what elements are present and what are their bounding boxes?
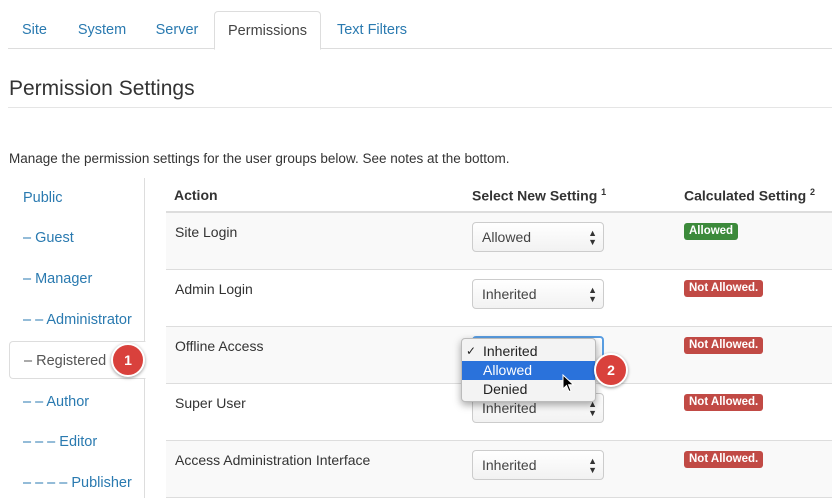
- group-label: – – – – Publisher: [23, 475, 132, 491]
- action-label: Access Administration Interface: [175, 452, 371, 468]
- callout-badge-2: 2: [594, 353, 628, 387]
- action-label: Offline Access: [175, 338, 264, 354]
- description-text: Manage the permission settings for the u…: [9, 151, 510, 166]
- calculated-status-badge: Allowed: [684, 223, 739, 240]
- group-public[interactable]: Public: [9, 179, 146, 217]
- calculated-status-badge: Not Allowed.: [684, 280, 764, 297]
- tab-site[interactable]: Site: [8, 11, 61, 49]
- table-header: Action Select New Setting 1 Calculated S…: [166, 178, 832, 213]
- mouse-pointer-icon: [562, 374, 575, 393]
- page-title: Permission Settings: [9, 77, 195, 100]
- setting-select[interactable]: Inherited ▲ ▼: [472, 279, 604, 309]
- group-label: – – Author: [23, 394, 90, 410]
- group-manager[interactable]: – Manager: [9, 260, 146, 298]
- title-divider: [8, 107, 832, 108]
- user-group-list: Public – Guest – Manager – – Administrat…: [9, 178, 146, 498]
- tab-permissions[interactable]: Permissions: [214, 11, 321, 50]
- option-inherited[interactable]: ✓ Inherited: [462, 342, 595, 361]
- group-label: Public: [23, 190, 63, 206]
- check-icon: ✓: [466, 344, 477, 358]
- setting-select[interactable]: Allowed ▲ ▼: [472, 222, 604, 252]
- action-label: Super User: [175, 395, 246, 411]
- tab-bar: Site System Server Permissions Text Filt…: [8, 0, 832, 50]
- header-action: Action: [174, 187, 218, 203]
- header-select-new-setting: Select New Setting 1: [472, 187, 607, 204]
- group-publisher[interactable]: – – – – Publisher: [9, 464, 146, 502]
- updown-arrows-icon: ▲ ▼: [588, 228, 597, 247]
- group-label: – Guest: [23, 230, 74, 246]
- setting-select[interactable]: Inherited ▲ ▼: [472, 450, 604, 480]
- group-label: – Manager: [23, 271, 93, 287]
- group-editor[interactable]: – – – Editor: [9, 423, 146, 461]
- calculated-status-badge: Not Allowed.: [684, 394, 764, 411]
- table-row: Admin Login Inherited ▲ ▼ Not Allowed.: [166, 270, 832, 327]
- group-label: – – Administrator: [23, 312, 132, 328]
- tab-server[interactable]: Server: [144, 11, 210, 49]
- callout-badge-1: 1: [111, 343, 145, 377]
- action-label: Admin Login: [175, 281, 253, 297]
- header-calculated-setting: Calculated Setting 2: [684, 187, 816, 204]
- updown-arrows-icon: ▲ ▼: [588, 285, 597, 304]
- group-label: – Registered: [24, 353, 107, 369]
- calculated-status-badge: Not Allowed.: [684, 337, 764, 354]
- group-guest[interactable]: – Guest: [9, 219, 146, 257]
- table-row: Access Administration Interface Inherite…: [166, 441, 832, 498]
- group-administrator[interactable]: – – Administrator: [9, 301, 146, 339]
- tab-text-filters[interactable]: Text Filters: [324, 11, 420, 49]
- group-author[interactable]: – – Author: [9, 383, 146, 421]
- action-label: Site Login: [175, 224, 238, 240]
- group-label: – – – Editor: [23, 434, 98, 450]
- tab-system[interactable]: System: [64, 11, 140, 49]
- calculated-status-badge: Not Allowed.: [684, 451, 764, 468]
- table-row: Site Login Allowed ▲ ▼ Allowed: [166, 213, 832, 270]
- updown-arrows-icon: ▲ ▼: [588, 456, 597, 475]
